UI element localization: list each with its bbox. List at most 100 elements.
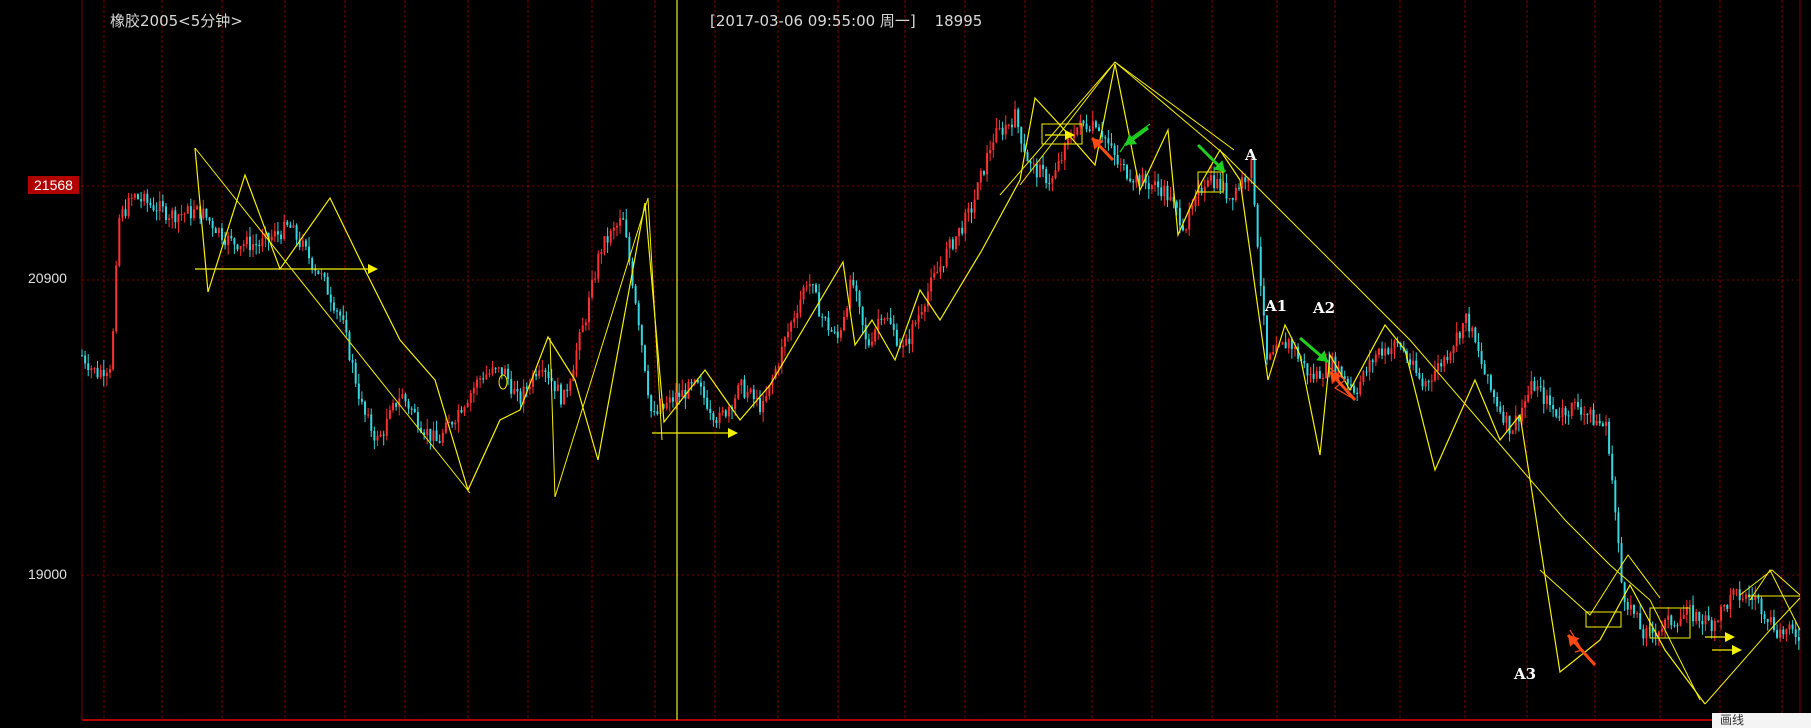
candle-body [1468, 313, 1471, 332]
candle-body [1443, 357, 1446, 367]
candle-body [1430, 380, 1433, 382]
candle-body [286, 221, 289, 225]
candle-body [510, 379, 513, 394]
candle-body [986, 153, 989, 175]
candle-body [1772, 617, 1775, 631]
last-price-tag: 21568 [28, 176, 79, 194]
candle-body [1321, 377, 1324, 379]
candle-body [1082, 120, 1085, 124]
candle-body [1695, 611, 1698, 622]
candle-body [1110, 143, 1113, 146]
candle-body [258, 245, 261, 247]
trend-line [1114, 61, 1701, 701]
candle-body [108, 369, 111, 373]
candle-body [1048, 183, 1051, 185]
candle-body [989, 149, 992, 154]
candle-body [1371, 360, 1374, 363]
h-support-line-head [1725, 632, 1735, 642]
candle-body [410, 408, 413, 410]
candle-body [1219, 178, 1222, 191]
candle-body [1477, 342, 1480, 351]
candle-body [1626, 601, 1629, 610]
candle-body [351, 360, 354, 363]
candle-body [379, 434, 382, 437]
candle-body [1595, 420, 1598, 426]
candle-body [342, 315, 345, 320]
candle-body [880, 318, 883, 320]
candle-body [1057, 161, 1060, 171]
candle-body [858, 291, 861, 307]
candle-body [171, 210, 174, 219]
candle-body [205, 208, 208, 218]
pivot-marker [498, 374, 508, 390]
candle-body [740, 379, 743, 386]
candle-body [1496, 396, 1499, 407]
candle-body [995, 128, 998, 143]
candle-body [1688, 605, 1691, 607]
drawing-overlay [194, 61, 1801, 705]
candle-body [1132, 181, 1135, 183]
candle-body [889, 317, 892, 324]
candle-body [783, 337, 786, 347]
candle-body [1664, 619, 1667, 629]
candle-body [743, 379, 746, 398]
candle-body [948, 239, 951, 249]
candle-body [787, 331, 790, 338]
candle-body [1645, 628, 1648, 639]
candle-body [752, 389, 755, 400]
h-support-line-head [368, 264, 378, 274]
candle-body [364, 401, 367, 415]
kline-chart[interactable] [0, 0, 1811, 728]
candle-body [149, 202, 152, 206]
candle-body [1598, 420, 1601, 424]
candle-body [908, 338, 911, 344]
candle-body [1608, 421, 1611, 454]
candle-body [1632, 604, 1635, 614]
candle-body [146, 193, 149, 203]
candle-body [507, 368, 510, 380]
candle-body [196, 206, 199, 210]
candle-body [519, 391, 522, 404]
candle-body [958, 227, 961, 237]
candle-body [1471, 327, 1474, 332]
candle-body [1601, 423, 1604, 427]
candle-body [1191, 205, 1194, 210]
candle-body [466, 402, 469, 407]
candle-body [475, 379, 478, 388]
candle-body [883, 318, 886, 320]
candle-body [653, 411, 656, 413]
candle-body [1104, 137, 1107, 139]
candle-body [1265, 315, 1268, 360]
candle-body [1356, 392, 1359, 394]
candle-body [357, 383, 360, 399]
candle-body [1415, 360, 1418, 374]
candle-body [734, 398, 737, 409]
candle-body [1010, 124, 1013, 128]
candle-body [911, 324, 914, 344]
candle-body [951, 239, 954, 249]
cursor-datetime: [2017-03-06 09:55:00 周一] [710, 12, 916, 30]
candle-body [1178, 207, 1181, 226]
candle-body [718, 412, 721, 424]
draw-line-tab[interactable]: 画线 [1712, 713, 1811, 728]
candle-body [367, 414, 370, 416]
candle-body [140, 199, 143, 202]
candle-body [280, 234, 283, 240]
candle-body [1038, 164, 1041, 178]
candle-body [1060, 160, 1063, 162]
candle-body [870, 341, 873, 346]
chart-title: 橡胶2005<5分钟> [110, 12, 243, 30]
candle-body [276, 231, 279, 235]
candle-body [933, 273, 936, 278]
candle-body [1779, 629, 1782, 638]
candle-body [861, 306, 864, 326]
candle-body [886, 317, 889, 319]
candle-body [833, 331, 836, 333]
candle-body [1306, 363, 1309, 376]
candle-body [1234, 187, 1237, 200]
candle-body [1493, 390, 1496, 397]
candle-body [1614, 480, 1617, 513]
candle-body [566, 389, 569, 391]
candle-body [1642, 629, 1645, 639]
candle-body [1166, 185, 1169, 201]
